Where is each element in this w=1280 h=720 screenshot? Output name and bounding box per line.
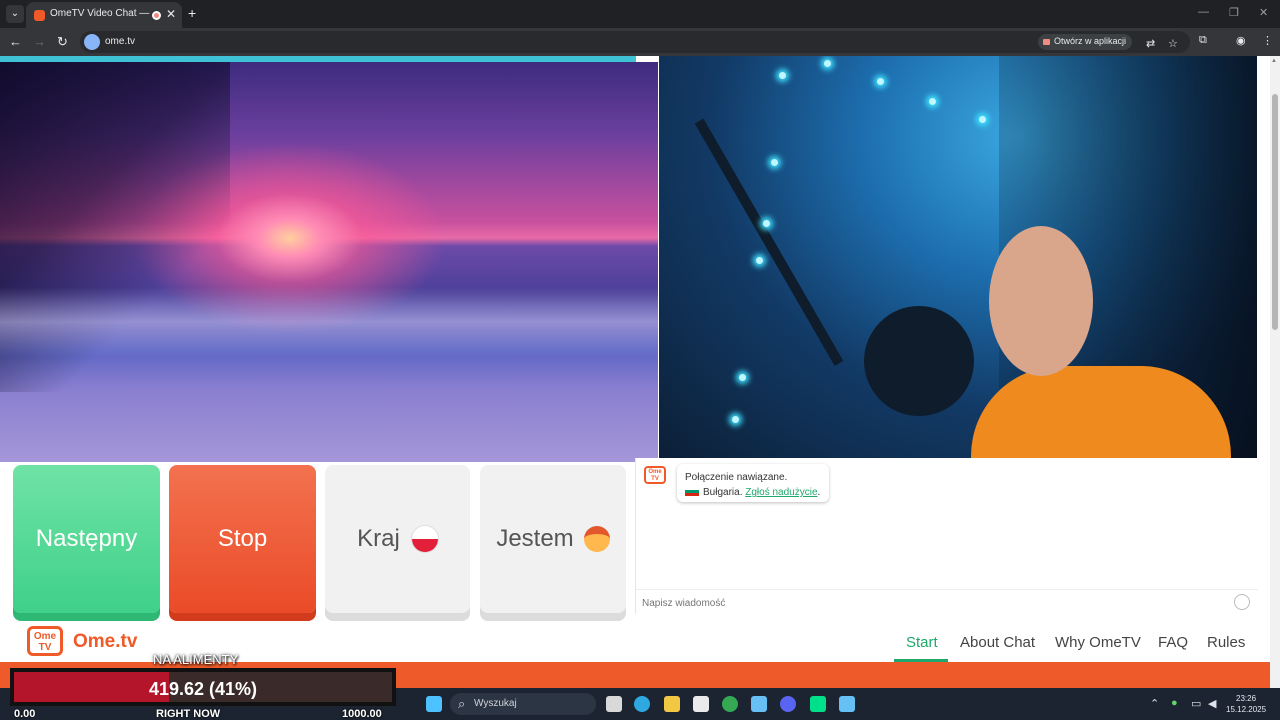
ometv-page: Następny Stop Kraj Jestem Ome TV Połącze… bbox=[0, 56, 1270, 688]
stop-button[interactable]: Stop bbox=[169, 465, 316, 613]
ometv-chat-logo: Ome TV bbox=[644, 466, 666, 484]
report-suffix: . bbox=[817, 487, 821, 498]
led-light bbox=[979, 116, 986, 123]
progress-strip bbox=[0, 56, 636, 62]
microphone bbox=[864, 306, 974, 416]
restore-button[interactable]: ❐ bbox=[1229, 6, 1239, 19]
led-light bbox=[763, 220, 770, 227]
network-icon[interactable]: ▭ bbox=[1191, 697, 1201, 710]
translate-icon[interactable]: ⇄ bbox=[1146, 37, 1155, 50]
recording-icon bbox=[152, 11, 161, 20]
tab-search-button[interactable]: ⌄ bbox=[6, 5, 24, 23]
forward-icon[interactable]: → bbox=[33, 34, 46, 49]
back-icon[interactable]: ← bbox=[9, 34, 22, 49]
volume-icon[interactable]: ◀ bbox=[1208, 697, 1216, 710]
donation-goal-bar: 419.62 (41%) bbox=[10, 668, 396, 706]
open-in-app-button[interactable]: Otwórz w aplikacji bbox=[1038, 34, 1133, 50]
poland-flag-icon bbox=[411, 526, 438, 552]
donation-goal-now: RIGHT NOW bbox=[156, 708, 221, 720]
next-label: Następny bbox=[35, 525, 138, 552]
file-explorer-icon[interactable] bbox=[664, 696, 680, 712]
tab-ometv[interactable]: OmeTV Video Chat — Omegle ✕ bbox=[26, 2, 182, 28]
bulgaria-flag-icon bbox=[685, 487, 699, 496]
country-button[interactable]: Kraj bbox=[325, 465, 470, 613]
taskbar-clock[interactable]: 23:26 15.12.2025 bbox=[1226, 693, 1266, 715]
stop-label: Stop bbox=[217, 525, 268, 552]
page-scrollbar[interactable]: ▲ bbox=[1270, 56, 1280, 688]
new-tab-button[interactable]: + bbox=[188, 5, 196, 21]
scroll-up-icon[interactable]: ▲ bbox=[1271, 58, 1277, 64]
led-light bbox=[779, 72, 786, 79]
browser-toolbar: ← → ↻ ome.tv Otwórz w aplikacji ⇄ ☆ ⧉ ◉ … bbox=[0, 28, 1280, 56]
ometv-logo-text[interactable]: Ome.tv bbox=[73, 631, 137, 653]
ometv-logo-icon[interactable]: Ome TV bbox=[27, 626, 63, 656]
clock-time: 23:26 bbox=[1236, 694, 1257, 703]
nav-why-ometv[interactable]: Why OmeTV bbox=[1055, 634, 1141, 651]
partner-country: Bułgaria. Zgłoś nadużycie. bbox=[685, 485, 821, 500]
profile-icon[interactable]: ◉ bbox=[1236, 34, 1246, 47]
site-info-icon[interactable] bbox=[84, 34, 100, 50]
message-input[interactable] bbox=[642, 595, 1222, 611]
emoji-icon[interactable] bbox=[1234, 594, 1250, 610]
url-text: ome.tv bbox=[105, 36, 136, 47]
system-message: Połączenie nawiązane. Bułgaria. Zgłoś na… bbox=[677, 464, 829, 502]
led-light bbox=[929, 98, 936, 105]
chat-panel: Ome TV Połączenie nawiązane. Bułgaria. Z… bbox=[635, 458, 1258, 614]
mic-arm bbox=[694, 118, 844, 366]
led-light bbox=[771, 159, 778, 166]
edge-icon[interactable] bbox=[634, 696, 650, 712]
stranger-video bbox=[0, 62, 658, 462]
browser-tab-bar: ⌄ OmeTV Video Chat — Omegle ✕ + — ❐ ✕ bbox=[0, 0, 1280, 28]
task-view-icon[interactable] bbox=[606, 696, 622, 712]
country-label: Kraj bbox=[357, 525, 400, 552]
person-head bbox=[989, 226, 1093, 376]
led-light bbox=[877, 78, 884, 85]
donation-goal-max: 1000.00 bbox=[342, 708, 382, 720]
boy-face-icon bbox=[583, 526, 610, 552]
self-video bbox=[659, 56, 1257, 458]
window-close-button[interactable]: ✕ bbox=[1259, 6, 1268, 19]
connection-status: Połączenie nawiązane. bbox=[685, 472, 788, 483]
store-icon[interactable] bbox=[693, 696, 709, 712]
steam-second-icon[interactable] bbox=[839, 696, 855, 712]
donation-goal-min: 0.00 bbox=[14, 708, 36, 720]
close-tab-icon[interactable]: ✕ bbox=[166, 7, 176, 21]
donation-goal-title: NA ALIMENTY bbox=[153, 652, 239, 667]
steam-icon[interactable] bbox=[751, 696, 767, 712]
discord-icon[interactable] bbox=[780, 696, 796, 712]
scroll-thumb[interactable] bbox=[1272, 94, 1278, 330]
chat-input-area bbox=[636, 589, 1258, 614]
microphone-tray-icon[interactable]: ● bbox=[1171, 697, 1178, 709]
minimize-button[interactable]: — bbox=[1198, 6, 1209, 18]
extensions-icon[interactable]: ⧉ bbox=[1199, 34, 1207, 47]
report-abuse-link[interactable]: Zgłoś nadużycie bbox=[745, 487, 817, 498]
clock-date: 15.12.2025 bbox=[1226, 705, 1267, 714]
led-light bbox=[739, 374, 746, 381]
next-button[interactable]: Następny bbox=[13, 465, 160, 613]
nav-faq[interactable]: FAQ bbox=[1158, 634, 1188, 651]
nav-about-chat[interactable]: About Chat bbox=[960, 634, 1035, 651]
nav-rules[interactable]: Rules bbox=[1207, 634, 1245, 651]
led-light bbox=[824, 60, 831, 67]
ometv-favicon-icon bbox=[34, 10, 45, 21]
tab-title: OmeTV Video Chat — Omegle bbox=[50, 8, 150, 19]
obs-app-icon[interactable] bbox=[810, 696, 826, 712]
start-button-icon[interactable] bbox=[426, 696, 442, 712]
country-name: Bułgaria. bbox=[703, 487, 743, 498]
gender-label: Jestem bbox=[496, 525, 574, 552]
tray-chevron-icon[interactable]: ⌃ bbox=[1150, 697, 1159, 710]
address-bar[interactable]: ome.tv Otwórz w aplikacji ⇄ ☆ bbox=[80, 31, 1190, 53]
led-light bbox=[732, 416, 739, 423]
reload-icon[interactable]: ↻ bbox=[57, 34, 68, 50]
bookmark-star-icon[interactable]: ☆ bbox=[1168, 37, 1178, 50]
led-light bbox=[756, 257, 763, 264]
nav-start[interactable]: Start bbox=[906, 634, 938, 651]
menu-icon[interactable]: ⋮ bbox=[1262, 34, 1273, 47]
chrome-icon[interactable] bbox=[722, 696, 738, 712]
gender-button[interactable]: Jestem bbox=[480, 465, 626, 613]
taskbar-search[interactable]: Wyszukaj bbox=[450, 693, 596, 715]
donation-goal-value: 419.62 (41%) bbox=[148, 679, 258, 699]
